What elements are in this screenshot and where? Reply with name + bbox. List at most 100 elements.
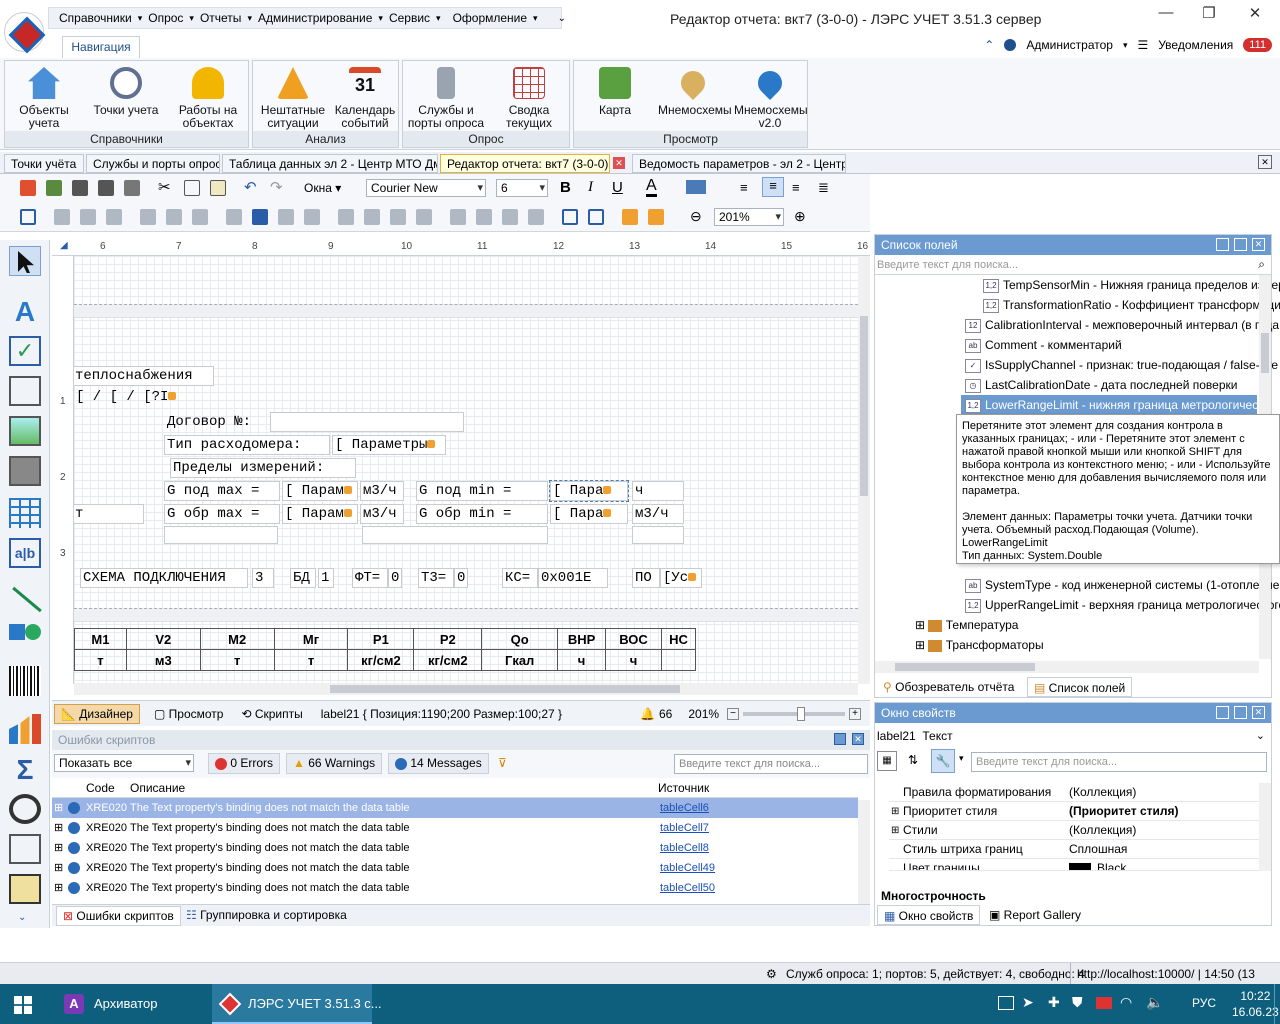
column-header[interactable]: Описание (130, 778, 185, 798)
clock[interactable]: 10:22 16.06.23 (1232, 988, 1279, 1020)
search-icon[interactable]: ⌕ (1258, 257, 1265, 272)
tab-parameters-sheet[interactable]: Ведомость параметров - эл 2 - Центр М (632, 154, 846, 173)
back-color-button[interactable] (686, 180, 706, 194)
source-link[interactable]: tableCell8 (660, 838, 709, 858)
g-pod-min-label[interactable]: G под min = (416, 481, 548, 501)
pointer-tool[interactable] (9, 246, 41, 276)
upload-icon[interactable] (20, 180, 36, 196)
tray-red-icon[interactable] (1096, 997, 1112, 1009)
table-cell[interactable]: НС (660, 628, 697, 650)
tab-field-list[interactable]: ▤ Список полей (1027, 677, 1133, 697)
pin-panel-icon[interactable] (1234, 238, 1247, 251)
tab-grouping[interactable]: ☷ Группировка и сортировка (180, 906, 353, 926)
float-panel-icon[interactable] (1216, 706, 1229, 719)
tab-properties[interactable]: ▦ Окно свойств (877, 905, 981, 925)
quick-access-chevron-icon[interactable]: ⌄ (558, 13, 566, 24)
field-item[interactable]: ◷ LastCalibrationDate - дата последней по… (965, 375, 1237, 395)
table-row[interactable]: ⊞ XRE020 The Text property's binding does … (52, 818, 858, 838)
field-item-selected[interactable]: 1,2 LowerRangeLimit - нижняя граница метр… (961, 395, 1257, 415)
table-cell[interactable]: Mг (273, 628, 349, 650)
gauge-tool-icon[interactable] (9, 794, 41, 824)
justify-icon[interactable]: ≣ (818, 180, 829, 196)
properties-scrollbar[interactable] (1259, 783, 1271, 871)
field-list-hscrollbar[interactable] (875, 661, 1259, 673)
unit-label[interactable]: м3/ч (632, 504, 684, 524)
table-cell[interactable]: Гкал (481, 649, 559, 671)
table-cell[interactable]: кг/см2 (413, 649, 483, 671)
table-cell[interactable]: ч (605, 649, 662, 671)
language-indicator[interactable]: РУС (1192, 996, 1216, 1010)
collapse-ribbon-icon[interactable]: ⌃ (984, 38, 994, 52)
table-cell[interactable]: ВНР (557, 628, 607, 650)
close-panel-icon[interactable]: ✕ (1252, 706, 1265, 719)
table-cell[interactable]: т (74, 649, 127, 671)
expand-icon[interactable]: ⊞ (54, 878, 63, 898)
table-cell[interactable]: т (199, 649, 275, 671)
unit-label-ch[interactable]: ч (632, 481, 684, 501)
notifications-label[interactable]: Уведомления (1158, 38, 1233, 52)
restore-icon[interactable]: ❐ (1198, 4, 1220, 22)
same-width-icon[interactable] (226, 209, 242, 225)
field-item[interactable]: 1,2 TransformationRatio - Коффициент тран… (983, 295, 1280, 315)
send-to-back-icon[interactable] (648, 209, 664, 225)
table-row[interactable]: ⊞ XRE020 The Text property's binding does … (52, 798, 858, 818)
table-row[interactable]: ⊞ XRE020 The Text property's binding does … (52, 858, 858, 878)
works-button[interactable]: Работы на объектах (171, 65, 245, 130)
menu-service[interactable]: Сервис (389, 11, 430, 25)
volume-icon[interactable]: 🔈 (1146, 994, 1163, 1011)
menu-references[interactable]: Справочники (59, 11, 132, 25)
tray-tool-icon[interactable]: ✚ (1048, 994, 1060, 1011)
zoom-out-icon[interactable]: ⊖ (690, 208, 702, 225)
h-spacing-inc-icon[interactable] (364, 209, 380, 225)
bring-to-front-icon[interactable] (622, 209, 638, 225)
save-as-icon[interactable] (98, 180, 114, 196)
telegram-icon[interactable]: ➤ (1022, 994, 1034, 1011)
empty-field[interactable] (632, 526, 684, 544)
align-rights-icon[interactable] (106, 209, 122, 225)
unit-label[interactable]: м3/ч (360, 504, 404, 524)
issues-count[interactable]: 66 (659, 707, 672, 721)
h-spacing-dec-icon[interactable] (390, 209, 406, 225)
app-logo-icon[interactable] (4, 12, 44, 52)
menu-admin[interactable]: Администрирование (258, 11, 372, 25)
line-tool-icon[interactable] (9, 584, 42, 614)
undo-icon[interactable]: ↶ (244, 180, 260, 196)
empty-field[interactable] (164, 526, 278, 544)
property-row[interactable]: ⊞ Приоритет стиля (Приоритет стиля) (889, 802, 1267, 821)
tab-services[interactable]: Службы и порты опроса (86, 154, 220, 173)
expand-icon[interactable]: ⊞ (891, 821, 899, 840)
expand-icon[interactable]: ⊞ (54, 838, 63, 858)
v-spacing-remove-icon[interactable] (528, 209, 544, 225)
ks-label[interactable]: КС= (502, 568, 538, 588)
center-h-icon[interactable] (562, 209, 578, 225)
minimize-icon[interactable]: — (1155, 4, 1177, 22)
open-icon[interactable] (46, 180, 62, 196)
windows-menu[interactable]: Окна ▾ (304, 181, 341, 195)
picture-tool-icon[interactable] (9, 416, 41, 446)
italic-button[interactable]: I (588, 179, 593, 196)
align-lefts-icon[interactable] (54, 209, 70, 225)
column-header[interactable]: Code (86, 778, 115, 798)
v-spacing-inc-icon[interactable] (476, 209, 492, 225)
field-search-input[interactable]: Введите текст для поиска... (875, 255, 1271, 275)
limits-label[interactable]: Пределы измерений: (170, 458, 356, 478)
pin-panel-icon[interactable] (834, 733, 846, 745)
g-obr-min-field[interactable]: [ Пара (550, 504, 628, 524)
incidents-button[interactable]: Нештатные ситуации (257, 65, 329, 130)
expand-icon[interactable]: ⊞ (54, 858, 63, 878)
field-item[interactable]: ab SystemType - код инженерной системы (1… (965, 575, 1279, 595)
designer-tab[interactable]: 📐 Дизайнер (54, 703, 140, 724)
close-tab-icon[interactable]: ✕ (613, 157, 625, 169)
schema-label[interactable]: СХЕМА ПОДКЛЮЧЕНИЯ (80, 568, 248, 588)
services-button[interactable]: Службы и порты опроса (405, 65, 487, 130)
table-tool-icon[interactable] (9, 498, 41, 528)
redo-icon[interactable]: ↷ (270, 180, 286, 196)
canvas-vertical-scrollbar[interactable] (858, 256, 870, 684)
menu-reports[interactable]: Отчеты (200, 11, 241, 25)
t3-label[interactable]: Т3= (418, 568, 454, 588)
save-all-icon[interactable] (124, 180, 140, 196)
field-item[interactable]: ab Comment - комментарий (965, 335, 1122, 355)
po-label[interactable]: ПО (632, 568, 660, 588)
fields-row-label[interactable]: [ / [ / [?I (74, 388, 180, 406)
source-link[interactable]: tableCell49 (660, 858, 715, 878)
